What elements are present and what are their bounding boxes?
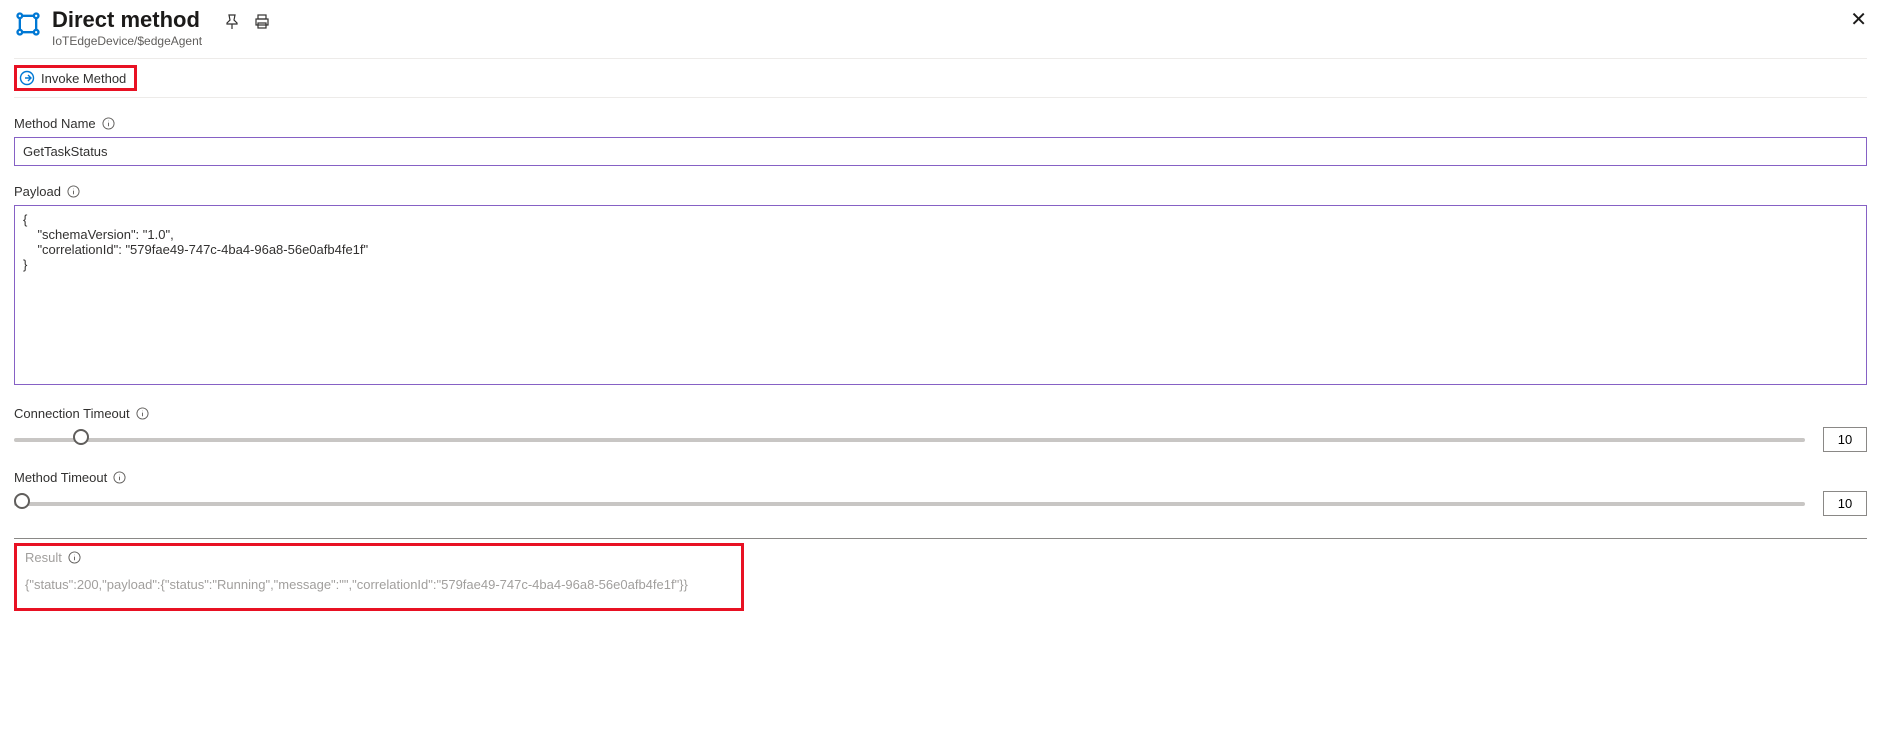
invoke-icon: [19, 70, 35, 86]
connection-timeout-value[interactable]: [1823, 427, 1867, 452]
method-name-input[interactable]: [14, 137, 1867, 166]
direct-method-icon: [14, 10, 42, 38]
method-name-label: Method Name: [14, 116, 96, 131]
result-label: Result: [25, 550, 62, 565]
method-timeout-label: Method Timeout: [14, 470, 107, 485]
result-section: Result {"status":200,"payload":{"status"…: [14, 543, 744, 611]
breadcrumb: IoTEdgeDevice/$edgeAgent: [52, 34, 202, 48]
close-icon[interactable]: ✕: [1850, 10, 1867, 30]
print-icon[interactable]: [254, 14, 270, 30]
connection-timeout-slider[interactable]: [14, 438, 1805, 442]
page-title: Direct method: [52, 8, 202, 32]
payload-label: Payload: [14, 184, 61, 199]
invoke-method-label: Invoke Method: [41, 71, 126, 86]
info-icon[interactable]: [113, 471, 126, 484]
connection-timeout-label: Connection Timeout: [14, 406, 130, 421]
info-icon[interactable]: [136, 407, 149, 420]
method-timeout-slider[interactable]: [14, 502, 1805, 506]
pin-icon[interactable]: [224, 14, 240, 30]
method-timeout-value[interactable]: [1823, 491, 1867, 516]
info-icon[interactable]: [68, 551, 81, 564]
info-icon[interactable]: [67, 185, 80, 198]
payload-input[interactable]: [14, 205, 1867, 385]
invoke-method-button[interactable]: Invoke Method: [14, 65, 137, 91]
result-output: {"status":200,"payload":{"status":"Runni…: [25, 571, 733, 598]
info-icon[interactable]: [102, 117, 115, 130]
